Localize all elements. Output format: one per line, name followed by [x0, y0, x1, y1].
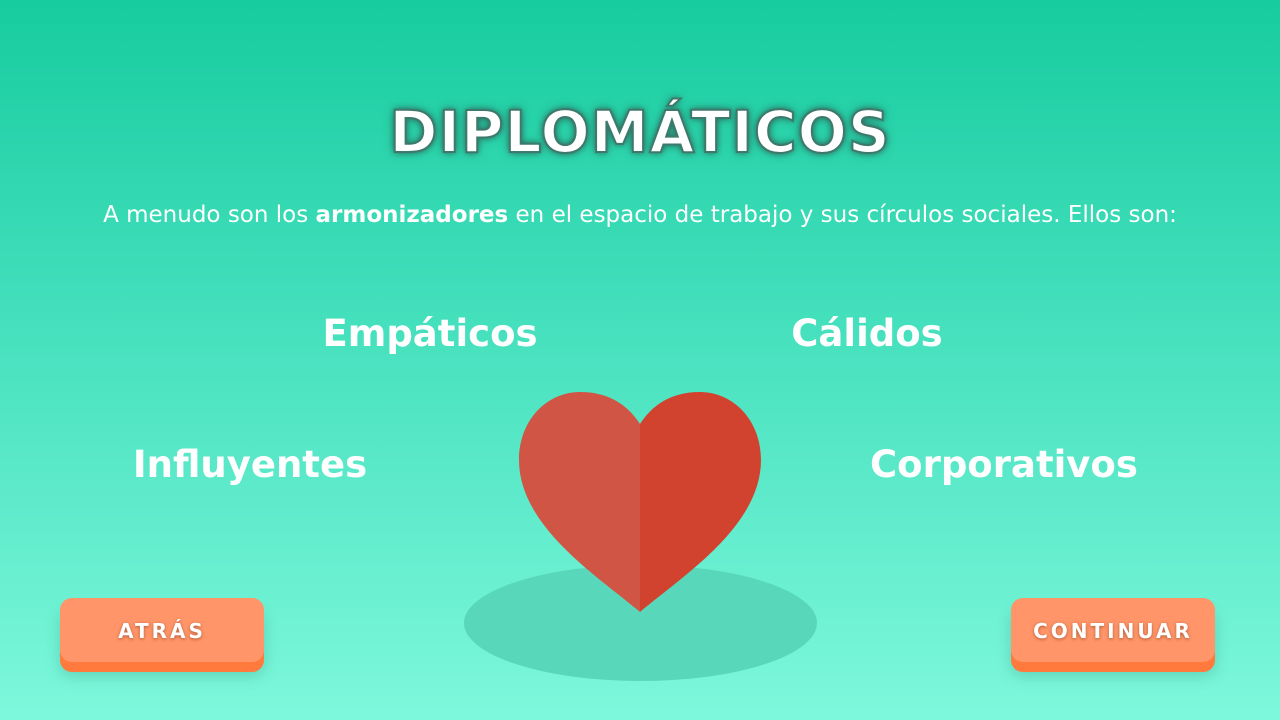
trait-empaticos: Empáticos: [322, 312, 538, 355]
continue-button[interactable]: CONTINUAR: [1011, 598, 1215, 662]
trait-corporativos: Corporativos: [870, 443, 1138, 486]
heart-icon: [519, 392, 761, 612]
heart-right-half: [640, 392, 761, 612]
page-title: DIPLOMÁTICOS: [388, 97, 891, 167]
subtitle-bold-word: armonizadores: [315, 202, 509, 228]
heart-left-half: [519, 392, 640, 612]
trait-calidos: Cálidos: [791, 312, 943, 355]
subtitle-text-start: A menudo son los: [103, 202, 316, 228]
page-subtitle: A menudo son los armonizadores en el esp…: [0, 200, 1280, 230]
subtitle-text-end: en el espacio de trabajo y sus círculos …: [508, 202, 1177, 228]
back-button[interactable]: ATRÁS: [60, 598, 264, 662]
trait-influyentes: Influyentes: [132, 443, 368, 486]
